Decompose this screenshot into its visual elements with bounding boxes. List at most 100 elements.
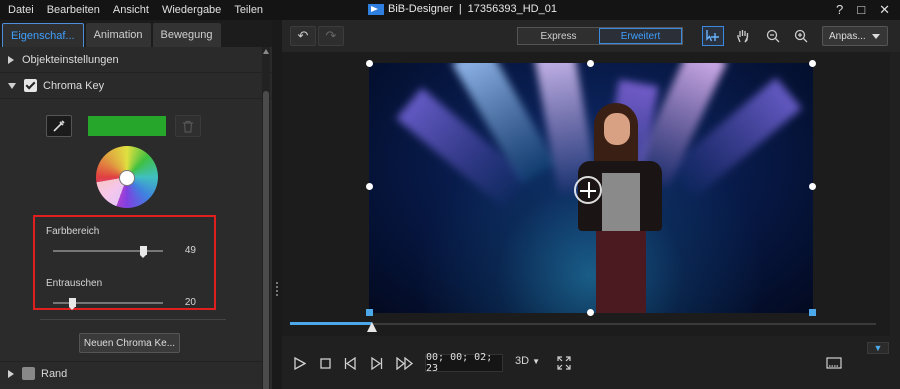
section-rand[interactable]: Rand <box>0 361 262 385</box>
resize-handle-bottom-left[interactable] <box>366 309 373 316</box>
trash-icon <box>183 120 193 133</box>
chevron-down-icon <box>872 34 880 39</box>
window-controls: ? □ ✕ <box>836 2 890 18</box>
project-name: 17356393_HD_01 <box>467 3 557 15</box>
person-face <box>604 113 630 145</box>
preview-canvas[interactable] <box>282 52 890 336</box>
zoom-in-icon <box>794 29 808 43</box>
farbbereich-value: 49 <box>184 245 196 256</box>
section-label: Objekteinstellungen <box>22 53 119 66</box>
splitter-grip-icon[interactable] <box>276 282 278 296</box>
collapse-arrow-icon <box>8 82 16 89</box>
fit-dropdown-label: Anpas... <box>829 30 866 42</box>
rand-checkbox[interactable] <box>22 367 35 380</box>
chroma-key-checkbox[interactable] <box>24 79 37 92</box>
display-settings-icon[interactable] <box>826 357 842 369</box>
undo-button[interactable]: ↶ <box>290 26 316 46</box>
fit-dropdown[interactable]: Anpas... <box>822 26 888 46</box>
resize-handle-bottom-right[interactable] <box>809 309 816 316</box>
playback-controls: 00; 00; 02; 23 3D ▼ <box>282 343 900 383</box>
menu-bearbeiten[interactable]: Bearbeiten <box>47 4 100 16</box>
properties-panel: Eigenschaf... Animation Bewegung Objekte… <box>0 20 272 389</box>
expand-arrow-icon <box>8 369 14 378</box>
preview-toolbar: ↶ ↷ Express Erweitert Anpas... <box>282 20 900 52</box>
app-title: BiB-Designer | 17356393_HD_01 <box>368 3 557 15</box>
person-shirt <box>602 173 640 233</box>
mode-express[interactable]: Express <box>518 28 599 44</box>
help-icon[interactable]: ? <box>836 2 843 18</box>
section-objekteinstellungen[interactable]: Objekteinstellungen <box>0 47 272 73</box>
resize-handle-bottom[interactable] <box>587 309 594 316</box>
resize-handle-right[interactable] <box>809 183 816 190</box>
section-chroma-key[interactable]: Chroma Key <box>0 73 272 99</box>
farbbereich-label: Farbbereich <box>46 226 100 237</box>
timeline-playhead[interactable] <box>367 322 378 332</box>
entrauschen-slider-thumb[interactable] <box>69 298 77 310</box>
app-logo-icon <box>368 3 384 15</box>
close-icon[interactable]: ✕ <box>879 2 890 18</box>
color-wheel[interactable] <box>96 146 158 208</box>
hand-tool-button[interactable] <box>732 26 754 46</box>
color-wheel-handle[interactable] <box>119 170 135 186</box>
mode-switch: Express Erweitert <box>517 27 683 45</box>
menu-bar: Datei Bearbeiten Ansicht Wiedergabe Teil… <box>0 4 276 16</box>
tab-bewegung[interactable]: Bewegung <box>152 23 221 47</box>
panel-splitter[interactable] <box>272 20 282 389</box>
zoom-out-button[interactable] <box>762 26 784 46</box>
fullscreen-icon[interactable] <box>557 356 571 370</box>
mode-erweitert[interactable]: Erweitert <box>599 28 682 44</box>
entrauschen-value: 20 <box>184 297 196 308</box>
chevron-down-icon: ▼ <box>532 357 541 366</box>
zoom-in-button[interactable] <box>790 26 812 46</box>
stop-icon[interactable] <box>320 358 331 369</box>
zoom-out-icon <box>766 29 780 43</box>
scrollbar-thumb[interactable] <box>263 91 269 389</box>
section-label: Rand <box>41 367 68 380</box>
new-chroma-key-button[interactable]: Neuen Chroma Ke... <box>79 333 180 353</box>
tab-bar: Eigenschaf... Animation Bewegung <box>0 20 272 47</box>
tab-eigenschaften[interactable]: Eigenschaf... <box>2 23 84 47</box>
resize-handle-top[interactable] <box>587 60 594 67</box>
menu-datei[interactable]: Datei <box>8 4 34 16</box>
entrauschen-label: Entrauschen <box>46 278 103 289</box>
maximize-icon[interactable]: □ <box>857 2 865 18</box>
title-bar: Datei Bearbeiten Ansicht Wiedergabe Teil… <box>0 0 900 20</box>
eyedropper-button[interactable] <box>46 115 72 137</box>
select-move-icon <box>706 30 719 42</box>
panel-scrollbar[interactable] <box>262 47 270 389</box>
menu-ansicht[interactable]: Ansicht <box>113 4 149 16</box>
timecode-display[interactable]: 00; 00; 02; 23 <box>425 352 503 374</box>
menu-teilen[interactable]: Teilen <box>234 4 263 16</box>
move-crosshair-icon[interactable] <box>574 176 602 204</box>
delete-color-button[interactable] <box>175 115 201 137</box>
previous-frame-icon[interactable] <box>344 357 357 370</box>
3d-mode-label: 3D <box>515 355 530 367</box>
section-label: Chroma Key <box>43 79 105 92</box>
resize-handle-top-left[interactable] <box>366 60 373 67</box>
scroll-up-icon[interactable] <box>263 49 269 54</box>
expand-arrow-icon <box>8 55 14 64</box>
fast-forward-icon[interactable] <box>396 357 414 370</box>
resize-handle-top-right[interactable] <box>809 60 816 67</box>
eyedropper-icon <box>53 120 65 132</box>
resize-handle-left[interactable] <box>366 183 373 190</box>
person-in-video <box>574 103 664 313</box>
select-tool-button[interactable] <box>702 26 724 46</box>
timeline-track[interactable] <box>290 323 876 325</box>
3d-mode-dropdown[interactable]: 3D ▼ <box>515 355 540 367</box>
timeline-scrubber[interactable] <box>282 316 890 332</box>
next-frame-icon[interactable] <box>370 357 383 370</box>
divider <box>40 319 226 320</box>
timeline-progress <box>290 322 373 325</box>
tab-animation[interactable]: Animation <box>85 23 151 47</box>
farbbereich-slider-thumb[interactable] <box>139 246 147 258</box>
redo-button[interactable]: ↷ <box>318 26 344 46</box>
play-icon[interactable] <box>294 357 306 370</box>
chroma-key-body: Farbbereich 49 Entrauschen 20 Neuen Chro… <box>0 104 262 359</box>
preview-panel: ↶ ↷ Express Erweitert Anpas... ▼ 00; 00;… <box>282 20 900 389</box>
title-separator: | <box>458 3 462 15</box>
menu-wiedergabe[interactable]: Wiedergabe <box>162 4 221 16</box>
person-pants <box>596 231 646 313</box>
key-color-swatch[interactable] <box>88 116 166 136</box>
app-name: BiB-Designer <box>388 3 453 15</box>
